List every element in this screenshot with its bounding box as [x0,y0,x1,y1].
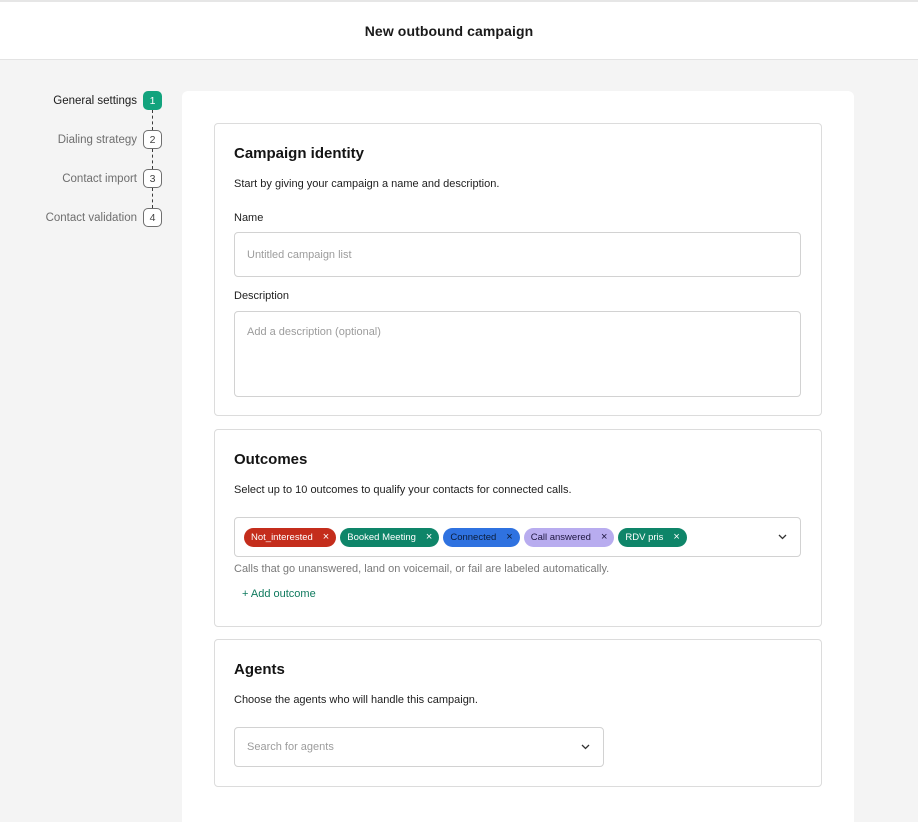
step-connector [152,110,153,130]
add-outcome-link[interactable]: + Add outcome [242,588,316,600]
card-subtitle: Select up to 10 outcomes to qualify your… [234,484,572,496]
main-panel: Campaign identity Start by giving your c… [182,91,854,822]
step-label: General settings [53,94,137,107]
chip-label: Not_interested [251,531,313,543]
remove-chip-icon[interactable]: × [323,531,329,543]
chevron-down-icon[interactable] [776,531,788,543]
chip-label: RDV pris [625,531,664,543]
outcome-chip: RDV pris × [618,527,687,547]
step-number: 2 [143,130,162,149]
step-label: Contact import [62,172,137,185]
remove-chip-icon[interactable]: × [426,531,432,543]
card-title: Campaign identity [234,145,365,162]
name-label: Name [234,212,264,224]
remove-chip-icon[interactable]: × [673,531,679,543]
step-label: Dialing strategy [57,133,137,146]
outcome-chip: Call answered × [523,527,615,547]
card-title: Outcomes [234,451,308,468]
outcomes-card: Outcomes Select up to 10 outcomes to qua… [214,429,822,627]
outcome-chip: Not_interested × [244,527,337,547]
chip-label: Call answered [530,531,591,543]
page-title: New outbound campaign [364,22,534,39]
card-title: Agents [234,661,285,678]
step-connector [152,149,153,169]
card-subtitle: Choose the agents who will handle this c… [234,694,478,706]
agents-search-select[interactable]: Search for agents [234,727,604,767]
outcome-chip: Connected × [443,527,520,547]
outcomes-hint: Calls that go unanswered, land on voicem… [234,563,610,575]
outcome-chip: Booked Meeting × [340,527,440,547]
step-contact-import[interactable]: Contact import 3 [62,169,162,188]
step-number: 3 [143,169,162,188]
name-input[interactable] [234,232,801,277]
step-contact-validation[interactable]: Contact validation 4 [46,208,162,227]
step-label: Contact validation [45,211,137,224]
agents-search-placeholder: Search for agents [247,741,334,753]
chevron-down-icon[interactable] [579,741,591,753]
remove-chip-icon[interactable]: × [601,531,607,543]
step-general-settings[interactable]: General settings 1 [53,91,162,110]
outcomes-multiselect[interactable]: Not_interested × Booked Meeting × Connec… [234,517,801,557]
step-number: 4 [143,208,162,227]
campaign-identity-card: Campaign identity Start by giving your c… [214,123,822,416]
step-dialing-strategy[interactable]: Dialing strategy 2 [58,130,162,149]
description-textarea[interactable] [234,311,801,397]
agents-card: Agents Choose the agents who will handle… [214,639,822,787]
step-connector [152,188,153,208]
step-number: 1 [143,91,162,110]
top-bar: New outbound campaign [0,0,918,60]
card-subtitle: Start by giving your campaign a name and… [234,178,500,190]
chip-label: Connected [450,531,497,543]
description-label: Description [234,290,290,302]
remove-chip-icon[interactable]: × [506,531,512,543]
chip-label: Booked Meeting [347,531,416,543]
